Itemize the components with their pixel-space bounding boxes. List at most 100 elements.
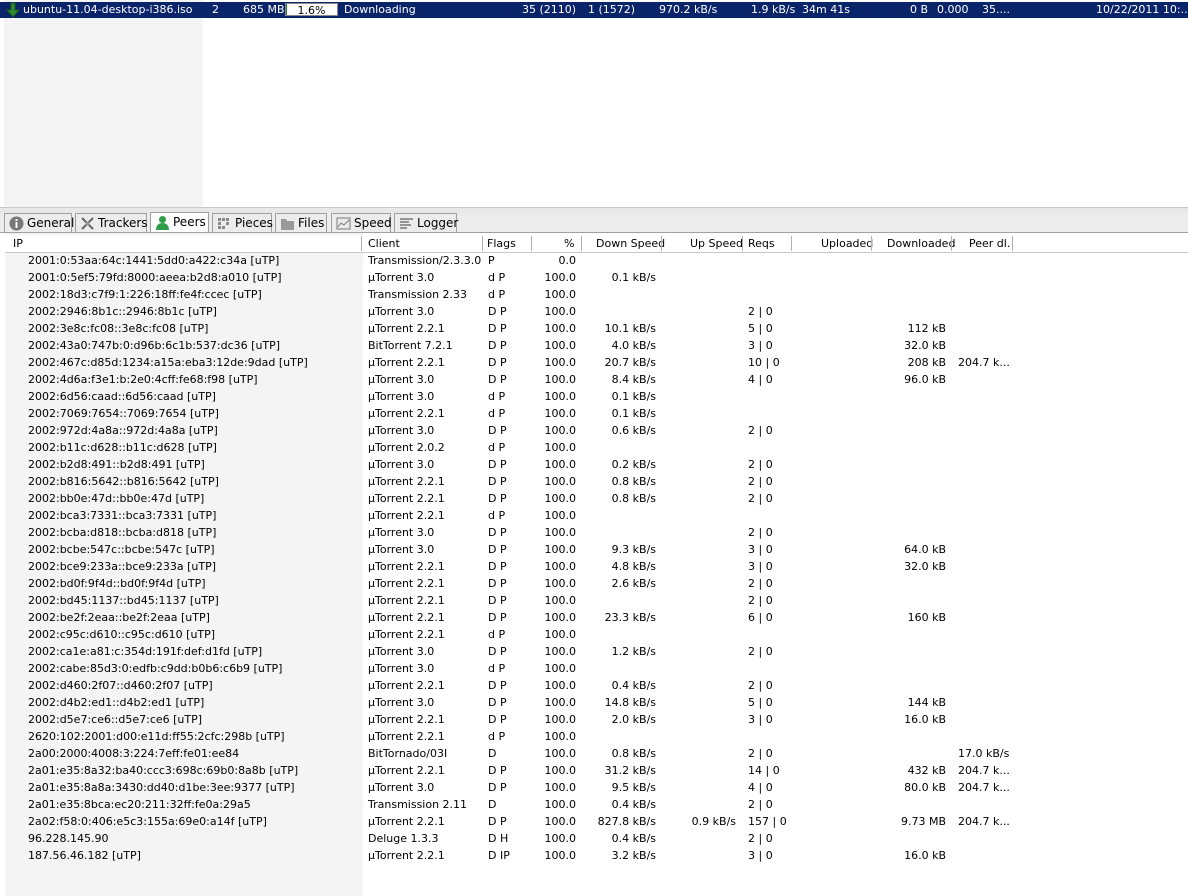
peer-reqs: 4 | 0	[748, 373, 773, 386]
peer-row[interactable]: 2002:ca1e:a81:c:354d:191f:def:d1fd [uTP]…	[0, 643, 1188, 660]
peer-row[interactable]: 2002:b11c:d628::b11c:d628 [uTP] µTorrent …	[0, 439, 1188, 456]
peers-list: IP Client Flags % Down Speed Up Speed Re…	[0, 233, 1188, 896]
peer-row[interactable]: 2002:4d6a:f3e1:b:2e0:4cff:fe68:f98 [uTP]…	[0, 371, 1188, 388]
peer-row[interactable]: 2a02:f58:0:406:e5c3:155a:69e0:a14f [uTP]…	[0, 813, 1188, 830]
peer-ip: 2002:bcbe:547c::bcbe:547c [uTP]	[28, 543, 215, 556]
peer-row[interactable]: 2001:0:5ef5:79fd:8000:aeea:b2d8:a010 [uT…	[0, 269, 1188, 286]
tab-label: General	[27, 216, 75, 230]
peer-row[interactable]: 2002:b816:5642::b816:5642 [uTP] µTorrent …	[0, 473, 1188, 490]
peer-row[interactable]: 2001:0:53aa:64c:1441:5dd0:a422:c34a [uTP…	[0, 252, 1188, 269]
col-header-client[interactable]: Client	[368, 237, 400, 251]
peer-row[interactable]: 187.56.46.182 [uTP] µTorrent 2.2.1 D IP 100…	[0, 847, 1188, 864]
peer-ip: 2002:b816:5642::b816:5642 [uTP]	[28, 475, 219, 488]
torrent-status: Downloading	[344, 3, 416, 16]
tab-speed[interactable]: Speed	[331, 213, 392, 232]
peer-reqs: 14 | 0	[748, 764, 780, 777]
peer-down-speed: 0.2 kB/s	[611, 458, 656, 471]
peer-row[interactable]: 2002:d4b2:ed1::d4b2:ed1 [uTP] µTorrent 3.…	[0, 694, 1188, 711]
peer-client: µTorrent 2.2.1	[368, 407, 445, 420]
peer-ip: 2002:be2f:2eaa::be2f:2eaa [uTP]	[28, 611, 210, 624]
peer-down-speed: 0.8 kB/s	[611, 747, 656, 760]
peer-row[interactable]: 2002:bca3:7331::bca3:7331 [uTP] µTorrent …	[0, 507, 1188, 524]
logger-icon	[399, 216, 414, 231]
peer-row[interactable]: 2002:bce9:233a::bce9:233a [uTP] µTorrent …	[0, 558, 1188, 575]
peer-downloaded: 32.0 kB	[904, 339, 946, 352]
tab-files[interactable]: Files	[275, 213, 327, 232]
peer-row[interactable]: 2620:102:2001:d00:e11d:ff55:2cfc:298b [u…	[0, 728, 1188, 745]
peer-reqs: 4 | 0	[748, 781, 773, 794]
peer-row[interactable]: 2002:bd0f:9f4d::bd0f:9f4d [uTP] µTorrent …	[0, 575, 1188, 592]
peer-client: µTorrent 2.2.1	[368, 560, 445, 573]
peer-row[interactable]: 2002:bcba:d818::bcba:d818 [uTP] µTorrent …	[0, 524, 1188, 541]
peer-row[interactable]: 2002:b2d8:491::b2d8:491 [uTP] µTorrent 3.…	[0, 456, 1188, 473]
peer-percent: 100.0	[544, 475, 577, 488]
col-header-uploaded[interactable]: Uploaded	[821, 237, 873, 251]
peer-row[interactable]: 2002:d5e7:ce6::d5e7:ce6 [uTP] µTorrent 2.…	[0, 711, 1188, 728]
peer-row[interactable]: 2002:7069:7654::7069:7654 [uTP] µTorrent …	[0, 405, 1188, 422]
tab-label: Trackers	[98, 216, 148, 230]
peer-flags: d P	[488, 288, 506, 301]
peer-percent: 100.0	[544, 509, 577, 522]
col-header-ip[interactable]: IP	[13, 237, 23, 251]
peer-row[interactable]: 2002:be2f:2eaa::be2f:2eaa [uTP] µTorrent …	[0, 609, 1188, 626]
peer-ip: 2002:bb0e:47d::bb0e:47d [uTP]	[28, 492, 205, 505]
peer-reqs: 3 | 0	[748, 849, 773, 862]
peer-client: µTorrent 3.0	[368, 271, 435, 284]
peer-reqs: 2 | 0	[748, 475, 773, 488]
peer-client: µTorrent 3.0	[368, 781, 435, 794]
peer-percent: 100.0	[544, 645, 577, 658]
peer-client: BitTornado/03I	[368, 747, 448, 760]
peer-row[interactable]: 2a00:2000:4008:3:224:7eff:fe01:ee84 BitTo…	[0, 745, 1188, 762]
info-icon	[9, 216, 24, 231]
peer-row[interactable]: 2002:cabe:85d3:0:edfb:c9dd:b0b6:c6b9 [uT…	[0, 660, 1188, 677]
tab-label: Peers	[173, 215, 206, 229]
peer-row[interactable]: 96.228.145.90 Deluge 1.3.3 D H 100.0 0.4 kB/…	[0, 830, 1188, 847]
peer-down-speed: 0.4 kB/s	[611, 832, 656, 845]
col-header-reqs[interactable]: Reqs	[748, 237, 775, 251]
peer-client: µTorrent 2.2.1	[368, 594, 445, 607]
peer-row[interactable]: 2002:3e8c:fc08::3e8c:fc08 [uTP] µTorrent …	[0, 320, 1188, 337]
col-header-flags[interactable]: Flags	[487, 237, 516, 251]
peer-row[interactable]: 2002:bd45:1137::bd45:1137 [uTP] µTorrent …	[0, 592, 1188, 609]
folder-icon	[280, 216, 295, 231]
col-header-downloaded[interactable]: Downloaded	[887, 237, 955, 251]
peer-downloaded: 144 kB	[907, 696, 946, 709]
col-header-peer-dl[interactable]: Peer dl.	[969, 237, 1010, 251]
peer-dl-speed: 204.7 k...	[958, 356, 1010, 369]
peer-flags: D P	[488, 611, 507, 624]
peer-client: µTorrent 2.2.1	[368, 611, 445, 624]
peer-row[interactable]: 2a01:e35:8bca:ec20:211:32ff:fe0a:29a5 Tra…	[0, 796, 1188, 813]
pieces-icon	[217, 216, 232, 231]
torrent-row[interactable]: ubuntu-11.04-desktop-i386.iso 2 685 MB 1…	[0, 2, 1188, 18]
tab-trackers[interactable]: Trackers	[75, 213, 148, 232]
peer-row[interactable]: 2002:2946:8b1c::2946:8b1c [uTP] µTorrent …	[0, 303, 1188, 320]
peer-client: µTorrent 2.0.2	[368, 441, 445, 454]
col-header-down-speed[interactable]: Down Speed	[596, 237, 665, 251]
tab-logger[interactable]: Logger	[394, 213, 458, 232]
peer-row[interactable]: 2002:bb0e:47d::bb0e:47d [uTP] µTorrent 2.…	[0, 490, 1188, 507]
peer-row[interactable]: 2002:bcbe:547c::bcbe:547c [uTP] µTorrent …	[0, 541, 1188, 558]
peer-dl-speed: 17.0 kB/s	[958, 747, 1010, 760]
peer-row[interactable]: 2002:6d56:caad::6d56:caad [uTP] µTorrent …	[0, 388, 1188, 405]
tab-label: Speed	[354, 216, 392, 230]
peer-row[interactable]: 2002:d460:2f07::d460:2f07 [uTP] µTorrent …	[0, 677, 1188, 694]
peer-row[interactable]: 2002:467c:d85d:1234:a15a:eba3:12de:9dad …	[0, 354, 1188, 371]
tab-general[interactable]: General	[4, 213, 75, 232]
peer-row[interactable]: 2002:43a0:747b:0:d96b:6c1b:537:dc36 [uTP…	[0, 337, 1188, 354]
peer-percent: 100.0	[544, 849, 577, 862]
peer-client: µTorrent 2.2.1	[368, 356, 445, 369]
peer-row[interactable]: 2002:c95c:d610::c95c:d610 [uTP] µTorrent …	[0, 626, 1188, 643]
peer-down-speed: 8.4 kB/s	[611, 373, 656, 386]
tab-pieces[interactable]: Pieces	[212, 213, 273, 232]
peer-client: µTorrent 3.0	[368, 424, 435, 437]
peer-row[interactable]: 2a01:e35:8a32:ba40:ccc3:698c:69b0:8a8b […	[0, 762, 1188, 779]
peer-percent: 100.0	[544, 407, 577, 420]
peer-row[interactable]: 2002:18d3:c7f9:1:226:18ff:fe4f:ccec [uTP…	[0, 286, 1188, 303]
col-header-up-speed[interactable]: Up Speed	[690, 237, 743, 251]
peer-reqs: 2 | 0	[748, 747, 773, 760]
tab-peers[interactable]: Peers	[150, 212, 209, 232]
peer-client: µTorrent 2.2.1	[368, 492, 445, 505]
col-header-percent[interactable]: %	[564, 237, 574, 251]
peer-row[interactable]: 2002:972d:4a8a::972d:4a8a [uTP] µTorrent …	[0, 422, 1188, 439]
peer-row[interactable]: 2a01:e35:8a8a:3430:dd40:d1be:3ee:9377 [u…	[0, 779, 1188, 796]
